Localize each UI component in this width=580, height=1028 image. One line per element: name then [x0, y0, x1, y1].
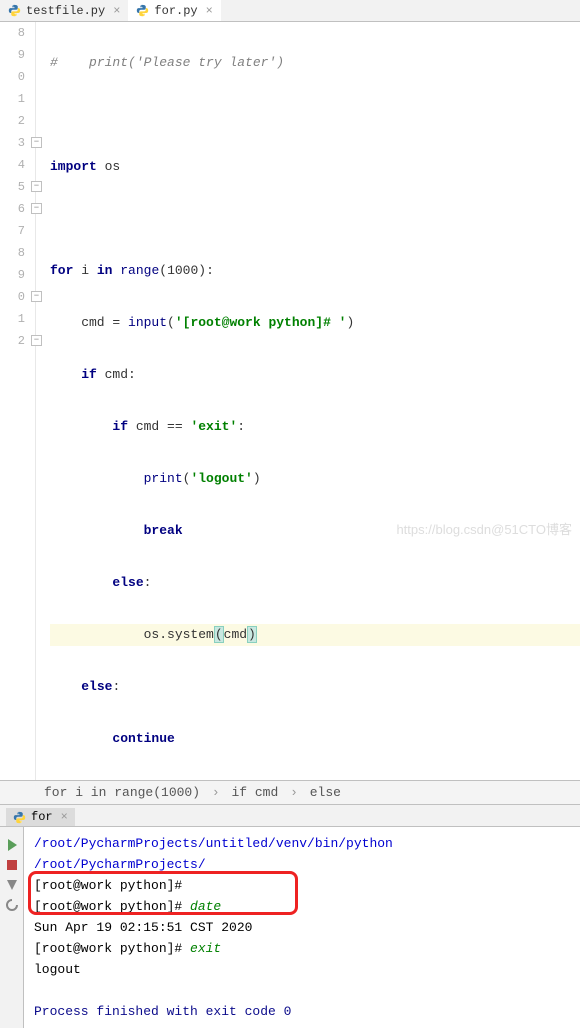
code-line	[50, 208, 580, 230]
line-number: 7	[0, 220, 35, 242]
line-number: 0	[0, 66, 35, 88]
debug-icon[interactable]	[4, 877, 20, 893]
code-line: print('logout')	[50, 468, 580, 490]
breadcrumb-item[interactable]: for i in range(1000)	[44, 785, 200, 800]
close-icon[interactable]: ×	[61, 810, 68, 824]
watermark: https://blog.csdn@51CTO博客	[396, 519, 572, 538]
close-icon[interactable]: ×	[113, 4, 120, 18]
breadcrumb[interactable]: for i in range(1000) › if cmd › else	[0, 780, 580, 805]
python-icon	[13, 811, 26, 824]
terminal-output[interactable]: /root/PycharmProjects/untitled/venv/bin/…	[24, 827, 580, 1028]
fold-icon[interactable]: −	[31, 335, 42, 346]
code-line: continue	[50, 728, 580, 750]
line-number: 9	[0, 44, 35, 66]
python-icon	[8, 4, 21, 17]
rerun-icon[interactable]	[4, 837, 20, 853]
terminal-toolbar	[0, 827, 24, 1028]
line-number: 6−	[0, 198, 35, 220]
code-editor[interactable]: 8 9 0 1 2 3− 4 5− 6− 7 8 9 0− 1 2− # pri…	[0, 22, 580, 780]
line-number: 0−	[0, 286, 35, 308]
breadcrumb-item[interactable]: else	[310, 785, 341, 800]
breadcrumb-item[interactable]: if cmd	[231, 785, 278, 800]
stop-icon[interactable]	[4, 857, 20, 873]
run-tab-label: for	[31, 810, 53, 824]
line-gutter: 8 9 0 1 2 3− 4 5− 6− 7 8 9 0− 1 2−	[0, 22, 36, 780]
run-tabs: for ×	[0, 805, 580, 827]
term-line: logout	[34, 959, 570, 980]
code-line: cmd = input('[root@work python]# ')	[50, 312, 580, 334]
tab-for[interactable]: for.py ×	[128, 0, 220, 21]
code-line: os.system(cmd)	[50, 624, 580, 646]
term-line: [root@work python]# exit	[34, 938, 570, 959]
fold-icon[interactable]: −	[31, 137, 42, 148]
code-line: if cmd == 'exit':	[50, 416, 580, 438]
python-icon	[136, 4, 149, 17]
line-number: 3−	[0, 132, 35, 154]
code-line: import os	[50, 156, 580, 178]
tab-label: testfile.py	[26, 4, 105, 18]
tab-label: for.py	[154, 4, 197, 18]
fold-icon[interactable]: −	[31, 291, 42, 302]
term-line	[34, 980, 570, 1001]
term-line: Sun Apr 19 02:15:51 CST 2020	[34, 917, 570, 938]
line-number: 8	[0, 22, 35, 44]
chevron-icon: ›	[290, 785, 298, 800]
run-tab-for[interactable]: for ×	[6, 808, 75, 826]
terminal-panel: /root/PycharmProjects/untitled/venv/bin/…	[0, 827, 580, 1028]
line-number: 1	[0, 308, 35, 330]
tab-testfile[interactable]: testfile.py ×	[0, 0, 128, 21]
line-number: 1	[0, 88, 35, 110]
code-line: # print('Please try later')	[50, 52, 580, 74]
line-number: 2−	[0, 330, 35, 352]
fold-icon[interactable]: −	[31, 181, 42, 192]
code-line: else:	[50, 572, 580, 594]
line-number: 8	[0, 242, 35, 264]
chevron-icon: ›	[212, 785, 220, 800]
term-line: /root/PycharmProjects/untitled/venv/bin/…	[34, 833, 570, 875]
code-line: if cmd:	[50, 364, 580, 386]
term-line: Process finished with exit code 0	[34, 1001, 570, 1022]
code-line: else:	[50, 676, 580, 698]
line-number: 4	[0, 154, 35, 176]
highlight-annotation	[28, 871, 298, 915]
code-line	[50, 104, 580, 126]
editor-tabs: testfile.py × for.py ×	[0, 0, 580, 22]
line-number: 5−	[0, 176, 35, 198]
restart-icon[interactable]	[4, 897, 20, 913]
line-number: 9	[0, 264, 35, 286]
fold-icon[interactable]: −	[31, 203, 42, 214]
close-icon[interactable]: ×	[206, 4, 213, 18]
code-area[interactable]: # print('Please try later') import os fo…	[36, 22, 580, 780]
line-number: 2	[0, 110, 35, 132]
code-line: for i in range(1000):	[50, 260, 580, 282]
